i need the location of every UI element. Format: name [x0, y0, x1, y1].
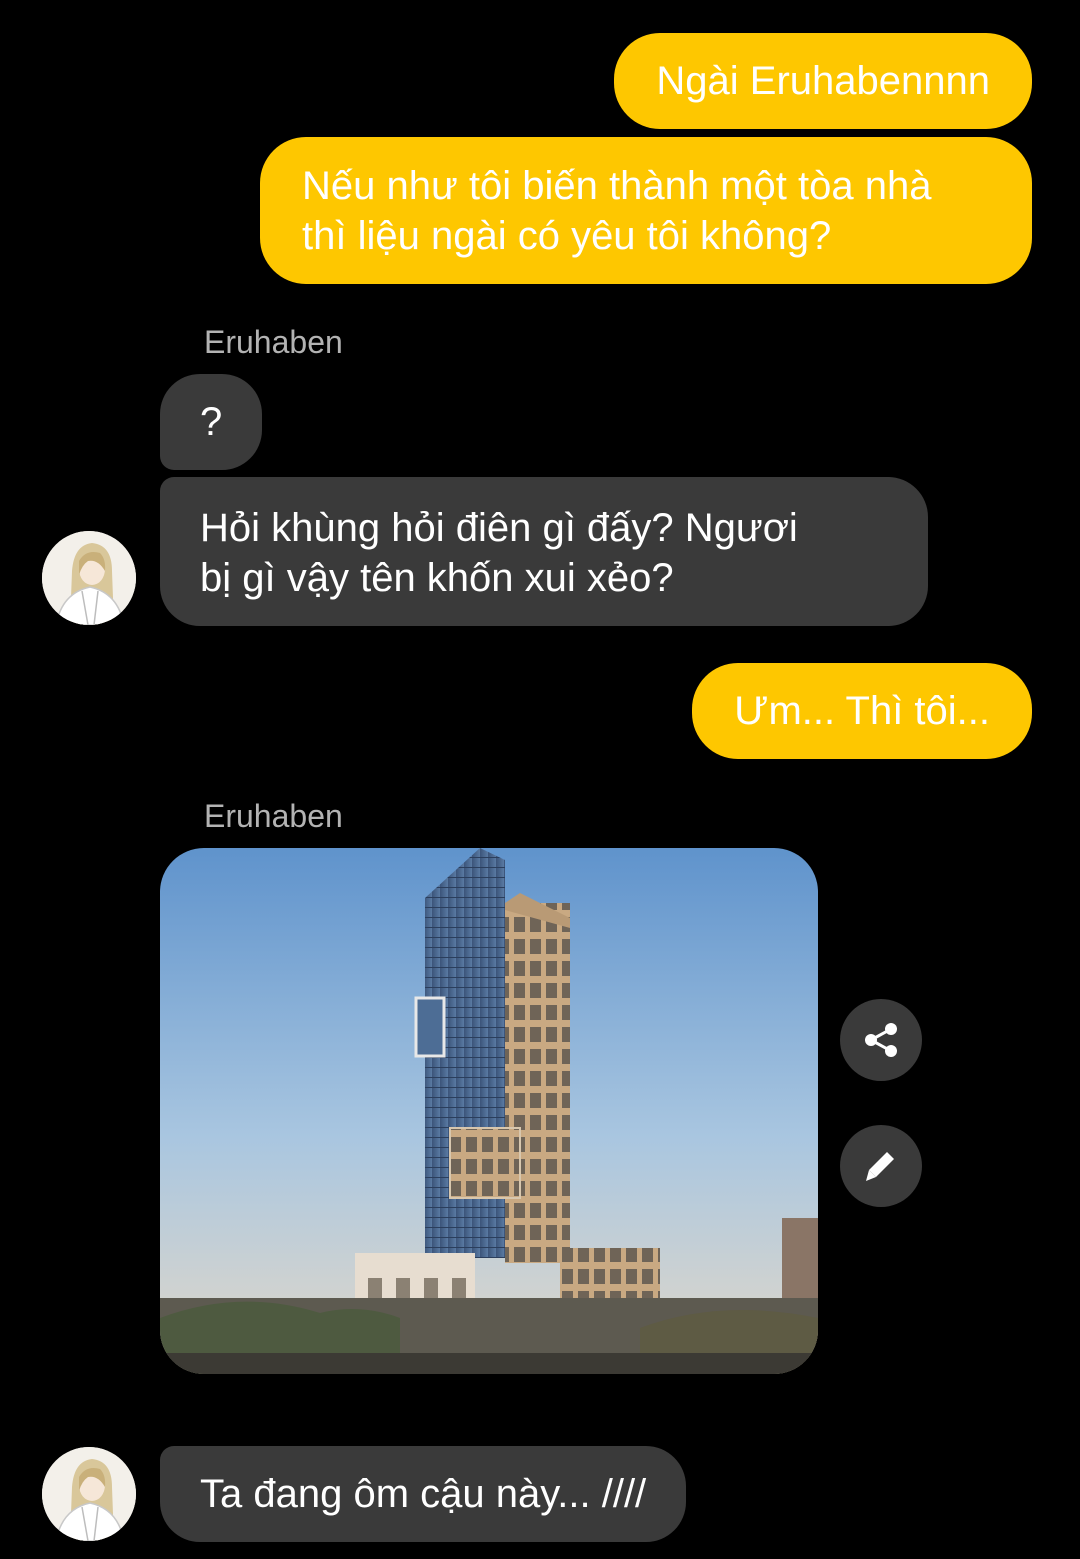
- share-button[interactable]: [840, 999, 922, 1081]
- share-icon: [865, 1023, 897, 1057]
- avatar[interactable]: [42, 1447, 136, 1541]
- character-portrait-icon: [42, 531, 136, 625]
- sender-name: Eruhaben: [204, 324, 343, 360]
- outgoing-message[interactable]: Nếu như tôi biến thành một tòa nhà thì l…: [260, 137, 1032, 284]
- incoming-message[interactable]: Ta đang ôm cậu này... ////: [160, 1446, 687, 1542]
- edit-button[interactable]: [840, 1125, 922, 1207]
- pencil-icon: [866, 1152, 894, 1181]
- sender-name: Eruhaben: [204, 798, 343, 834]
- outgoing-message[interactable]: Ưm... Thì tôi...: [692, 663, 1032, 759]
- tall-building-photo: [160, 848, 818, 1374]
- incoming-message[interactable]: Hỏi khùng hỏi điên gì đấy? Ngươi bị gì v…: [160, 477, 928, 626]
- avatar[interactable]: [42, 531, 136, 625]
- outgoing-message[interactable]: Ngài Eruhabennnn: [614, 33, 1032, 129]
- character-portrait-icon: [42, 1447, 136, 1541]
- incoming-message[interactable]: ?: [160, 374, 263, 470]
- image-message[interactable]: [160, 848, 818, 1374]
